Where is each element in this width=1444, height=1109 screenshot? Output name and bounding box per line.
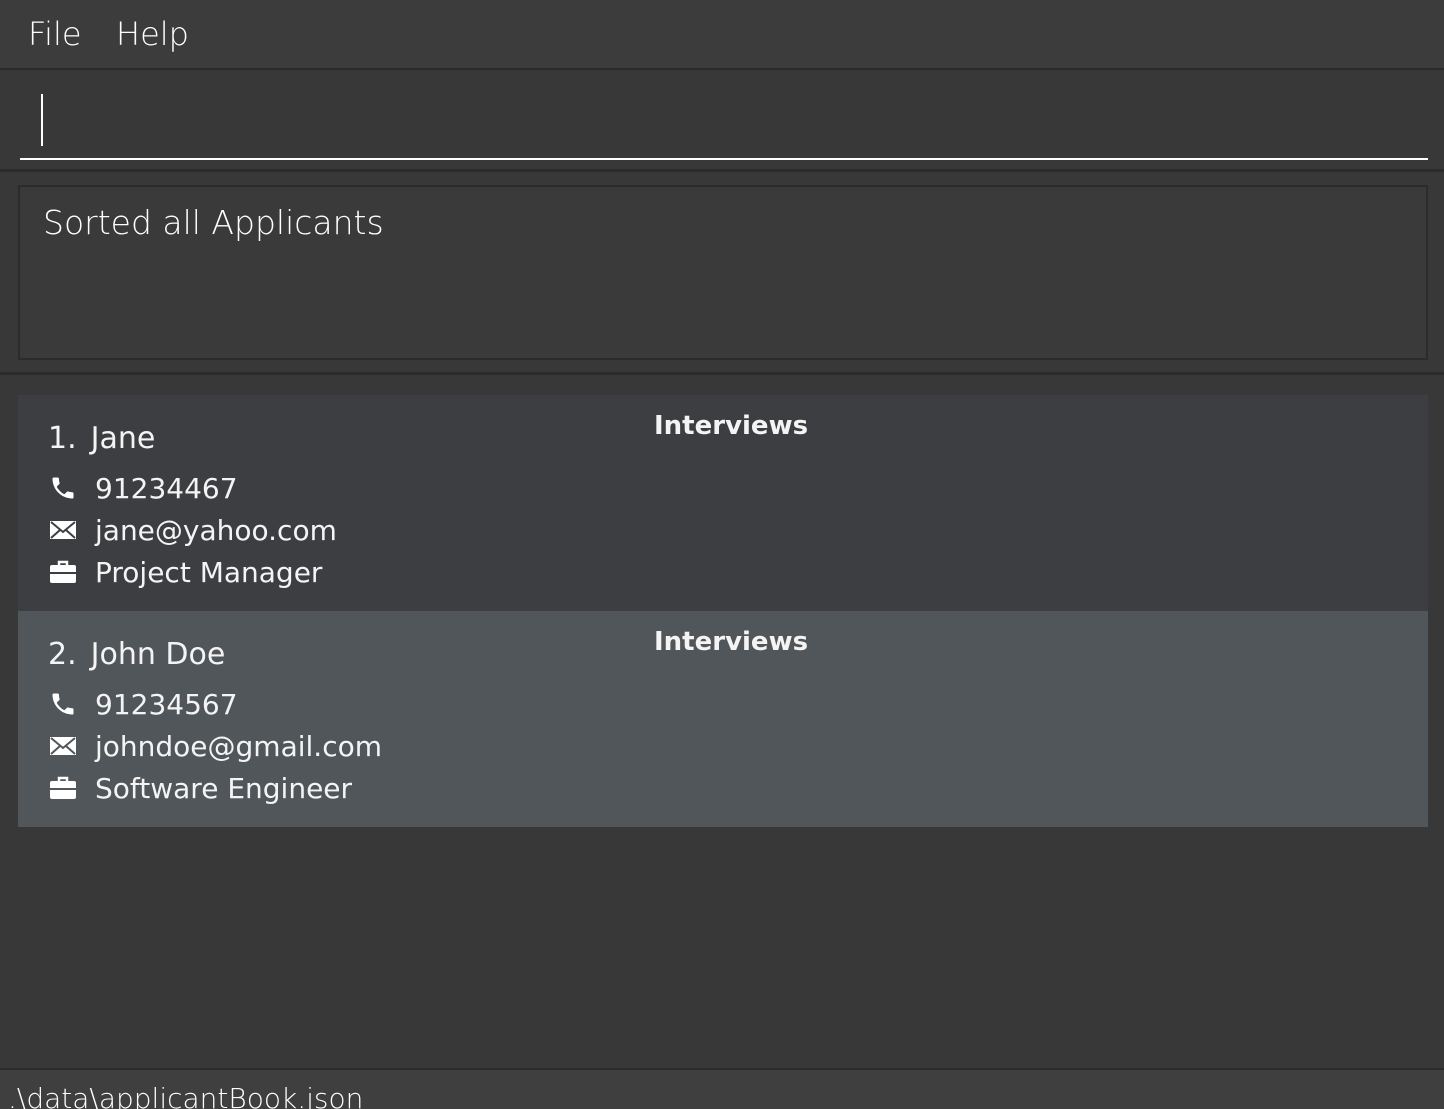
email-row: johndoe@gmail.com — [48, 728, 382, 764]
email-row: jane@yahoo.com — [48, 512, 337, 548]
interviews-label: Interviews — [654, 627, 809, 657]
applicant-name-line: 2. John Doe — [48, 637, 225, 672]
envelope-icon — [48, 515, 78, 545]
result-display-area: Sorted all Applicants — [0, 172, 1444, 375]
command-box-area — [0, 70, 1444, 172]
applicant-name: John Doe — [90, 637, 226, 672]
result-message: Sorted all Applicants — [43, 203, 384, 242]
job-row: Software Engineer — [48, 770, 352, 806]
briefcase-icon — [48, 773, 78, 803]
briefcase-icon — [48, 557, 78, 587]
applicant-email: johndoe@gmail.com — [95, 729, 382, 763]
menu-file[interactable]: File — [28, 12, 82, 56]
applicant-list[interactable]: 1. Jane 91234467 jane@yahoo.com Project M… — [0, 375, 1444, 1068]
applicant-name: Jane — [90, 421, 156, 456]
phone-icon — [48, 473, 78, 503]
phone-row: 91234567 — [48, 686, 238, 722]
menu-help[interactable]: Help — [116, 12, 189, 56]
command-input[interactable] — [20, 84, 1428, 160]
text-caret — [41, 94, 43, 146]
envelope-icon — [48, 731, 78, 761]
interviews-label: Interviews — [654, 411, 809, 441]
applicant-card[interactable]: 1. Jane 91234467 jane@yahoo.com Project M… — [18, 395, 1428, 611]
applicant-job: Project Manager — [95, 555, 323, 589]
app-window: File Help Sorted all Applicants 1. Jane 9… — [0, 0, 1444, 1109]
result-display[interactable]: Sorted all Applicants — [18, 185, 1428, 360]
applicant-phone: 91234467 — [95, 471, 238, 505]
applicant-card-selected[interactable]: 2. John Doe 91234567 johndoe@gmail.com So… — [18, 611, 1428, 827]
applicant-job: Software Engineer — [95, 771, 353, 805]
phone-icon — [48, 689, 78, 719]
applicant-email: jane@yahoo.com — [95, 513, 337, 547]
menu-bar: File Help — [0, 0, 1444, 70]
status-bar: .\data\applicantBook.json — [0, 1068, 1444, 1109]
save-file-path: .\data\applicantBook.json — [8, 1082, 364, 1109]
job-row: Project Manager — [48, 554, 322, 590]
applicant-name-line: 1. Jane — [48, 421, 155, 456]
phone-row: 91234467 — [48, 470, 238, 506]
applicant-phone: 91234567 — [95, 687, 238, 721]
applicant-index: 2. — [48, 637, 77, 672]
applicant-index: 1. — [48, 421, 77, 456]
